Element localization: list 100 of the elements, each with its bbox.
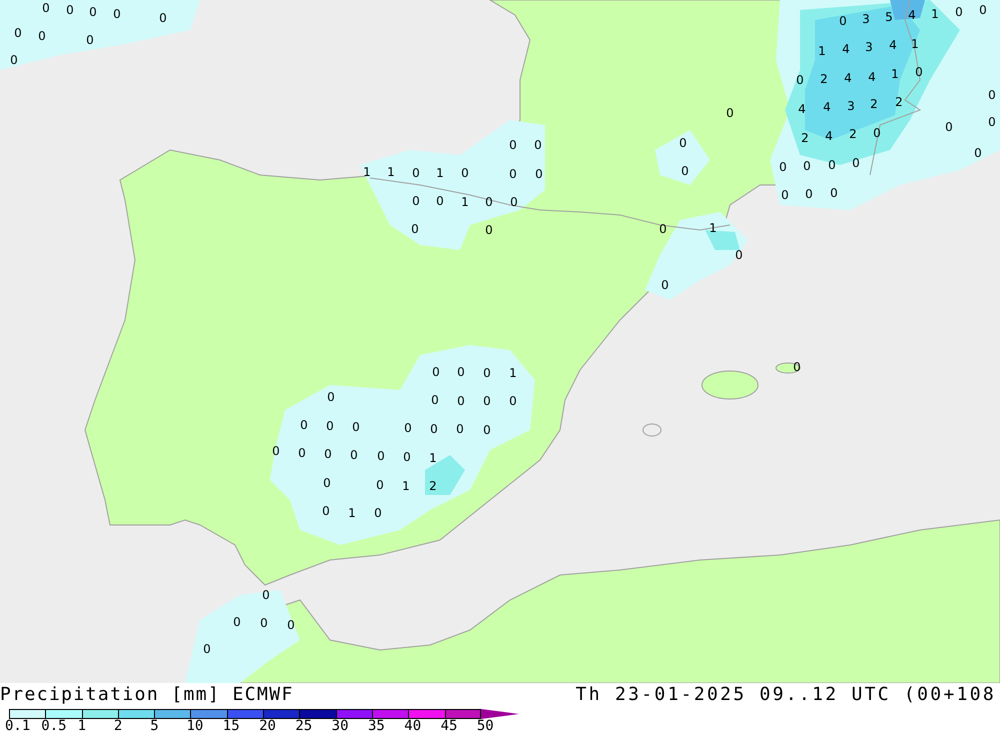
precipitation-value: 0 bbox=[89, 5, 97, 19]
precipitation-value: 0 bbox=[457, 365, 465, 379]
precipitation-value: 1 bbox=[363, 165, 371, 179]
precipitation-value: 0 bbox=[159, 11, 167, 25]
precipitation-value: 3 bbox=[862, 12, 870, 26]
precipitation-value: 0 bbox=[432, 365, 440, 379]
precipitation-value: 1 bbox=[818, 44, 826, 58]
precipitation-value: 1 bbox=[931, 7, 939, 21]
precipitation-value: 0 bbox=[113, 7, 121, 21]
precipitation-value: 4 bbox=[842, 42, 850, 56]
precipitation-value: 0 bbox=[796, 73, 804, 87]
precipitation-value: 0 bbox=[509, 394, 517, 408]
precipitation-value: 1 bbox=[509, 366, 517, 380]
overflow-triangle-icon bbox=[480, 708, 519, 718]
scale-label: 30 bbox=[332, 718, 349, 733]
precipitation-value: 0 bbox=[534, 138, 542, 152]
precipitation-value: 0 bbox=[411, 222, 419, 236]
scale-label: 25 bbox=[295, 718, 312, 733]
precipitation-value: 0 bbox=[262, 588, 270, 602]
scale-label: 20 bbox=[259, 718, 276, 733]
precipitation-value: 0 bbox=[805, 187, 813, 201]
precipitation-value: 4 bbox=[889, 38, 897, 52]
scale-label: 35 bbox=[368, 718, 385, 733]
precipitation-value: 4 bbox=[798, 102, 806, 116]
precipitation-value: 4 bbox=[908, 8, 916, 22]
precipitation-value: 1 bbox=[402, 479, 410, 493]
precipitation-value: 0 bbox=[352, 420, 360, 434]
precipitation-value: 0 bbox=[412, 166, 420, 180]
precipitation-value: 0 bbox=[461, 166, 469, 180]
precipitation-value: 0 bbox=[456, 422, 464, 436]
precipitation-value: 5 bbox=[885, 10, 893, 24]
precipitation-value: 3 bbox=[865, 40, 873, 54]
precipitation-value: 0 bbox=[374, 506, 382, 520]
precipitation-value: 1 bbox=[911, 37, 919, 51]
precipitation-value: 0 bbox=[793, 360, 801, 374]
precipitation-value: 0 bbox=[66, 3, 74, 17]
precipitation-value: 0 bbox=[735, 248, 743, 262]
precipitation-value: 0 bbox=[679, 136, 687, 150]
precipitation-value: 2 bbox=[801, 131, 809, 145]
precipitation-value: 0 bbox=[38, 29, 46, 43]
precipitation-value: 0 bbox=[828, 158, 836, 172]
precipitation-value: 0 bbox=[323, 476, 331, 490]
precipitation-value: 0 bbox=[955, 5, 963, 19]
precipitation-value: 0 bbox=[915, 65, 923, 79]
precipitation-value: 1 bbox=[461, 195, 469, 209]
precipitation-value: 0 bbox=[430, 422, 438, 436]
scale-label: 40 bbox=[404, 718, 422, 733]
precipitation-value: 0 bbox=[10, 53, 18, 67]
precipitation-value: 0 bbox=[535, 167, 543, 181]
precipitation-value: 0 bbox=[403, 450, 411, 464]
precipitation-value: 0 bbox=[726, 106, 734, 120]
precipitation-value: 0 bbox=[412, 194, 420, 208]
precipitation-value: 1 bbox=[436, 166, 444, 180]
precipitation-value: 0 bbox=[852, 156, 860, 170]
precipitation-value: 0 bbox=[86, 33, 94, 47]
precipitation-value: 0 bbox=[873, 126, 881, 140]
precipitation-value: 0 bbox=[509, 138, 517, 152]
precipitation-value: 0 bbox=[509, 167, 517, 181]
precipitation-value: 0 bbox=[457, 394, 465, 408]
precipitation-value: 0 bbox=[659, 222, 667, 236]
precipitation-value: 0 bbox=[326, 419, 334, 433]
scale-label: 0.1 bbox=[5, 718, 30, 733]
precipitation-value: 0 bbox=[377, 449, 385, 463]
precipitation-value: 0 bbox=[979, 3, 987, 17]
precipitation-value: 0 bbox=[287, 618, 295, 632]
precipitation-value: 0 bbox=[988, 115, 996, 129]
scale-label: 1 bbox=[78, 718, 86, 733]
precipitation-value: 0 bbox=[485, 195, 493, 209]
precipitation-value: 0 bbox=[203, 642, 211, 656]
precipitation-value: 4 bbox=[868, 70, 876, 84]
precipitation-value: 0 bbox=[661, 278, 669, 292]
precipitation-value: 0 bbox=[988, 88, 996, 102]
precipitation-value: 1 bbox=[387, 165, 395, 179]
precipitation-value: 2 bbox=[870, 97, 878, 111]
precipitation-value: 0 bbox=[945, 120, 953, 134]
scale-label: 10 bbox=[186, 718, 204, 733]
precipitation-value: 0 bbox=[483, 394, 491, 408]
precipitation-value: 0 bbox=[510, 195, 518, 209]
scale-label: 0.5 bbox=[41, 718, 67, 733]
precipitation-value: 0 bbox=[779, 160, 787, 174]
precipitation-value: 0 bbox=[483, 423, 491, 437]
precipitation-value: 4 bbox=[825, 129, 833, 143]
precipitation-value: 0 bbox=[42, 1, 50, 15]
precipitation-value: 0 bbox=[300, 418, 308, 432]
scale-label: 15 bbox=[222, 718, 240, 733]
precipitation-value: 0 bbox=[681, 164, 689, 178]
precipitation-value: 0 bbox=[431, 393, 439, 407]
precipitation-value: 0 bbox=[376, 478, 384, 492]
precipitation-value: 0 bbox=[327, 390, 335, 404]
scale-label: 5 bbox=[150, 718, 159, 733]
precipitation-value: 0 bbox=[350, 448, 358, 462]
precipitation-value: 0 bbox=[324, 447, 332, 461]
precipitation-value: 1 bbox=[429, 451, 437, 465]
precipitation-value: 1 bbox=[348, 506, 356, 520]
scale-label: 50 bbox=[476, 718, 494, 733]
legend-title: Precipitation [mm] ECMWF bbox=[0, 685, 294, 705]
precipitation-value: 0 bbox=[974, 146, 982, 160]
scale-label: 45 bbox=[440, 718, 458, 733]
precipitation-value: 0 bbox=[322, 504, 330, 518]
precipitation-value: 1 bbox=[891, 67, 899, 81]
